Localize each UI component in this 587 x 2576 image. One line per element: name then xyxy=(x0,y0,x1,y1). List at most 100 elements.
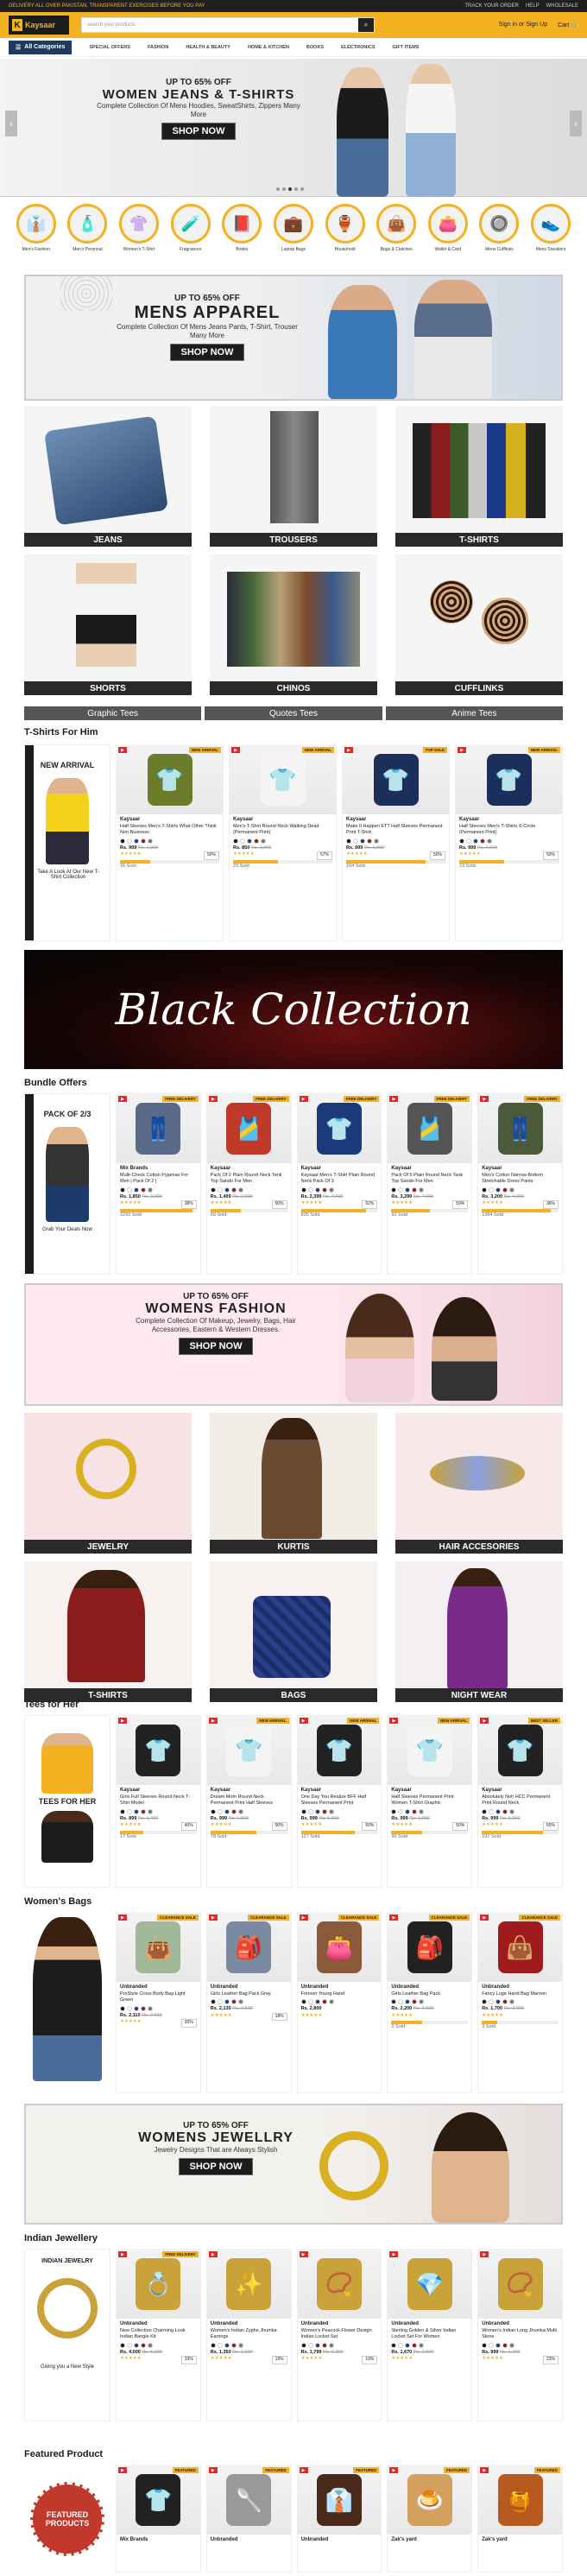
product-name[interactable]: Women's Peacock Flower Design Indian Loc… xyxy=(301,2328,378,2341)
product-card[interactable]: 📿 ▶ Unbranded Women's Peacock Flower Design… xyxy=(296,2249,382,2421)
product-image[interactable]: ✨ ▶ xyxy=(206,2250,291,2319)
slider-dots[interactable] xyxy=(276,187,304,191)
product-image[interactable]: 👕 ▶ NEW ARRIVAL xyxy=(117,745,223,814)
shop-now-button[interactable]: SHOP NOW xyxy=(178,2158,254,2175)
color-swatch[interactable] xyxy=(391,1999,397,2004)
color-swatch[interactable] xyxy=(300,1187,306,1193)
product-image[interactable]: 👜 ▶ CLEARANCE SALE xyxy=(478,1913,562,1982)
color-swatch[interactable] xyxy=(120,1808,125,1814)
color-swatches[interactable] xyxy=(482,1999,559,2004)
color-swatch[interactable] xyxy=(489,1808,495,1814)
color-swatch[interactable] xyxy=(120,1187,125,1193)
color-swatches[interactable] xyxy=(391,1187,468,1193)
color-swatch[interactable] xyxy=(217,1187,223,1193)
product-card[interactable]: 👕 ▶ NEW ARRIVAL Kaysaar Dream Mom Round Neck… xyxy=(205,1715,292,1888)
color-swatch[interactable] xyxy=(300,1808,306,1814)
product-image[interactable]: 🍮 ▶ FEATURED xyxy=(388,2465,472,2535)
product-card[interactable]: 👕 ▶ BEST SELLER Kaysaar Absolutely Not! HCC … xyxy=(477,1715,563,1888)
category-item[interactable]: 🧴 Men's Personal xyxy=(66,204,109,263)
color-swatch[interactable] xyxy=(261,838,266,844)
video-play-icon[interactable]: ▶ xyxy=(389,2467,399,2473)
color-swatches[interactable] xyxy=(391,1999,468,2004)
color-swatch[interactable] xyxy=(487,838,492,844)
track-order-link[interactable]: TRACK YOUR ORDER xyxy=(464,3,519,9)
color-swatches[interactable] xyxy=(120,838,219,844)
video-play-icon[interactable]: ▶ xyxy=(480,1915,489,1921)
product-name[interactable]: Pack Of 5 Plain Round Neck Tank Top Sand… xyxy=(391,1173,468,1186)
shop-now-button[interactable]: SHOP NOW xyxy=(178,1338,254,1355)
tile-bags[interactable]: BAGS xyxy=(210,1561,377,1702)
color-swatches[interactable] xyxy=(391,2342,468,2348)
color-swatch[interactable] xyxy=(412,2342,418,2348)
color-swatch[interactable] xyxy=(230,1187,237,1193)
tees-her-card[interactable]: TEES FOR HER xyxy=(24,1715,110,1888)
color-swatch[interactable] xyxy=(210,1187,216,1193)
color-swatch[interactable] xyxy=(489,2342,495,2348)
product-card[interactable]: 👕 ▶ Kaysaar Girls Full Sleeves Round Neck T… xyxy=(116,1715,201,1888)
mens-apparel-banner[interactable]: UP TO 65% OFF MENS APPAREL Complete Coll… xyxy=(24,275,563,401)
tile-jeans[interactable]: JEANS xyxy=(24,406,192,547)
product-name[interactable]: Sterling Golden & Silver Indian Locket S… xyxy=(391,2328,468,2341)
color-swatch[interactable] xyxy=(398,1187,404,1193)
color-swatch[interactable] xyxy=(321,1187,327,1193)
product-name[interactable]: Girls Leather Bag Pack xyxy=(391,1991,468,1998)
color-swatch[interactable] xyxy=(509,1808,515,1814)
product-card[interactable]: 🎽 ▶ FREE DELIVERY Kaysaar Pack Of 5 Plain Ro… xyxy=(387,1093,473,1275)
product-card[interactable]: 💍 ▶ FREE DELIVERY Unbranded New Collection C… xyxy=(116,2249,201,2421)
video-play-icon[interactable]: ▶ xyxy=(458,747,466,753)
product-image[interactable]: 🎽 ▶ FREE DELIVERY xyxy=(388,1094,472,1163)
color-swatches[interactable] xyxy=(482,1187,559,1193)
color-swatch[interactable] xyxy=(127,1187,132,1193)
product-image[interactable]: 👖 ▶ FREE DELIVERY xyxy=(117,1094,200,1163)
product-image[interactable]: 💎 ▶ xyxy=(388,2250,472,2319)
color-swatch[interactable] xyxy=(134,2342,139,2348)
video-play-icon[interactable]: ▶ xyxy=(208,2251,218,2257)
color-swatch[interactable] xyxy=(398,1808,404,1814)
product-name[interactable]: Girls Leather Bag Pack Grey xyxy=(211,1991,287,1998)
chevron-left-icon[interactable]: ‹ xyxy=(5,111,17,136)
womens-fashion-banner[interactable]: UP TO 65% OFF WOMENS FASHION Complete Co… xyxy=(24,1283,563,1406)
color-swatches[interactable] xyxy=(210,1808,287,1814)
color-swatches[interactable] xyxy=(459,838,559,844)
color-swatch[interactable] xyxy=(210,1999,216,2004)
video-play-icon[interactable]: ▶ xyxy=(299,2467,308,2473)
color-swatch[interactable] xyxy=(495,1808,502,1814)
product-name[interactable]: Absolutely Not! HCC Permanent Print Roun… xyxy=(482,1794,559,1807)
product-card[interactable]: 🥄 ▶ FEATURED Unbranded xyxy=(205,2465,292,2573)
video-play-icon[interactable]: ▶ xyxy=(208,1096,218,1102)
product-name[interactable]: Half Sleeves Permanent Print Women T-Shi… xyxy=(391,1794,468,1807)
nav-item-gift-items[interactable]: GIFT ITEMS xyxy=(393,45,420,50)
category-item[interactable]: 🧪 Fragrances xyxy=(169,204,212,263)
color-swatch[interactable] xyxy=(367,838,372,844)
category-item[interactable]: 💼 Laptop Bags xyxy=(272,204,315,263)
product-image[interactable]: 👕 ▶ NEW ARRIVAL xyxy=(297,1716,382,1785)
color-swatch[interactable] xyxy=(412,1808,418,1814)
product-name[interactable]: Half Sleeves Men's T-Shirts What Other T… xyxy=(120,824,219,837)
product-card[interactable]: 👕 ▶ NEW ARRIVAL Kaysaar Half Sleeves Men's T… xyxy=(116,744,224,941)
color-swatches[interactable] xyxy=(300,1808,378,1814)
category-item[interactable]: 📕 Books xyxy=(220,204,263,263)
video-play-icon[interactable]: ▶ xyxy=(118,1915,127,1921)
color-swatch[interactable] xyxy=(230,1999,237,2004)
video-play-icon[interactable]: ▶ xyxy=(389,1718,399,1724)
tile-jewelry[interactable]: JEWELRY xyxy=(24,1413,192,1554)
product-card[interactable]: 👕 ▶ NEW ARRIVAL Kaysaar One Day You Realize … xyxy=(296,1715,382,1888)
color-swatches[interactable] xyxy=(482,2342,559,2348)
product-name[interactable]: Girls Full Sleeves Round Neck T-Shirt Mo… xyxy=(120,1794,197,1807)
product-name[interactable]: Pack Of 2 Plain Round Neck Tank Top Sand… xyxy=(211,1173,287,1186)
color-swatch[interactable] xyxy=(405,1808,411,1814)
graphic-tees-link[interactable]: Graphic Tees xyxy=(24,706,202,720)
video-play-icon[interactable]: ▶ xyxy=(208,1915,218,1921)
product-card[interactable]: 👕 ▶ NEW ARRIVAL Kaysaar Half Sleeves Permane… xyxy=(387,1715,473,1888)
color-swatch[interactable] xyxy=(300,1999,306,2004)
product-name[interactable]: One Day You Realize BFF Half Sleeves Per… xyxy=(301,1794,378,1807)
color-swatch[interactable] xyxy=(148,838,153,844)
product-card[interactable]: 👕 ▶ NEW ARRIVAL Kaysaar Half Sleeves Men's T… xyxy=(455,744,563,941)
video-play-icon[interactable]: ▶ xyxy=(480,2467,489,2473)
bags-card[interactable] xyxy=(24,1912,110,2093)
womens-jewellry-banner[interactable]: UP TO 65% OFF WOMENS JEWELLRY Jewelry De… xyxy=(24,2104,563,2225)
color-swatch[interactable] xyxy=(141,1187,146,1193)
product-image[interactable]: 👕 ▶ FREE DELIVERY xyxy=(297,1094,382,1163)
video-play-icon[interactable]: ▶ xyxy=(231,747,240,753)
color-swatch[interactable] xyxy=(148,2342,153,2348)
